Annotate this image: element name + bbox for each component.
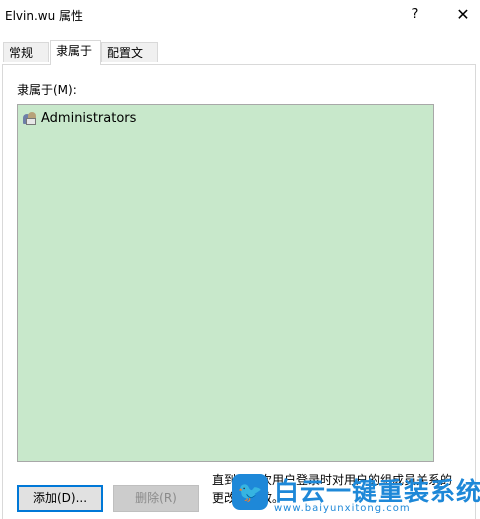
help-button[interactable]: ? [400, 0, 430, 30]
member-of-label: 隶属于(M): [17, 83, 77, 97]
add-button[interactable]: 添加(D)... [17, 485, 103, 512]
close-button[interactable]: ✕ [446, 0, 480, 30]
title-bar: Elvin.wu 属性 ? ✕ [0, 0, 480, 30]
list-item[interactable]: Administrators [22, 109, 136, 127]
member-of-list[interactable]: Administrators [17, 104, 434, 462]
remove-button[interactable]: 删除(R) [113, 485, 199, 512]
tab-general[interactable]: 常规 [3, 42, 49, 62]
window-title: Elvin.wu 属性 [5, 9, 84, 23]
tab-strip: 常规 隶属于 配置文件 [0, 40, 480, 80]
group-icon [22, 110, 38, 126]
membership-note: 直到下一次用户登录时对用户的组成员关系的更改才生效。 [212, 473, 453, 505]
list-item-label: Administrators [41, 110, 137, 126]
tab-profile[interactable]: 配置文件 [101, 42, 158, 80]
tab-member-of[interactable]: 隶属于 [50, 40, 101, 65]
